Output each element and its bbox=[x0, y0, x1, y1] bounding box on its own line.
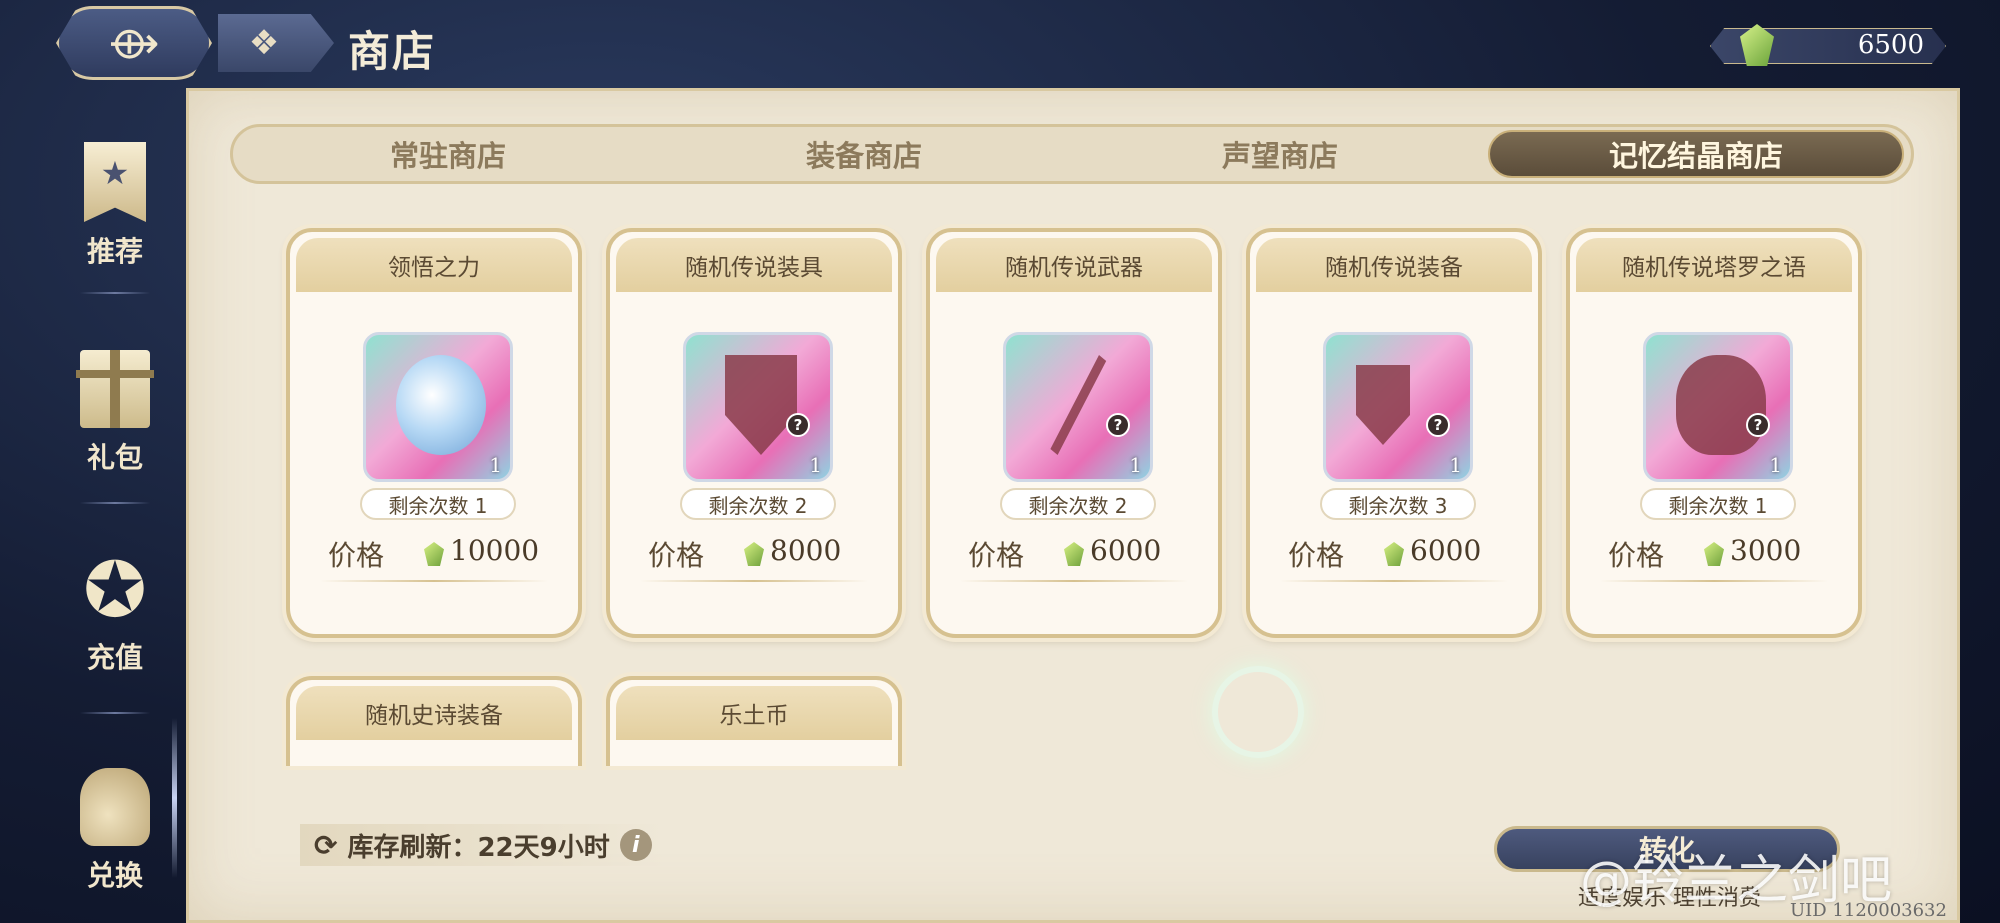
divider bbox=[320, 580, 548, 582]
remaining-count: 剩余次数 1 bbox=[360, 488, 516, 520]
sidebar-divider bbox=[80, 502, 150, 504]
back-arrow-icon: ⟴ bbox=[108, 17, 160, 69]
sidebar-item-recommend[interactable]: 推荐 bbox=[60, 142, 170, 270]
watermark: @铃兰之剑吧 bbox=[1580, 851, 1893, 911]
item-name: 随机传说武器 bbox=[936, 238, 1212, 292]
question-mark-icon: ? bbox=[786, 413, 810, 437]
crystal-icon bbox=[744, 542, 764, 566]
item-art bbox=[725, 355, 797, 455]
crystal-icon bbox=[1064, 542, 1084, 566]
item-name: 随机传说塔罗之语 bbox=[1576, 238, 1852, 292]
item-art bbox=[1676, 355, 1766, 455]
shop-item-card[interactable]: 乐土币 bbox=[606, 676, 902, 766]
divider bbox=[1600, 580, 1828, 582]
item-art bbox=[396, 355, 486, 455]
divider bbox=[640, 580, 868, 582]
item-name: 随机传说装备 bbox=[1256, 238, 1532, 292]
mystery-equipment-icon: ? 1 bbox=[1323, 332, 1473, 482]
loading-ring bbox=[1212, 666, 1304, 758]
tab-memory-crystal-shop[interactable]: 记忆结晶商店 bbox=[1488, 130, 1904, 178]
currency-value: 6500 bbox=[1857, 30, 1924, 60]
tab-equipment-shop[interactable]: 装备商店 bbox=[656, 130, 1072, 178]
item-count: 1 bbox=[489, 453, 502, 477]
crystal-icon bbox=[1384, 542, 1404, 566]
price-label: 价格 bbox=[1288, 539, 1345, 572]
sparkle-star-icon: ✪ bbox=[83, 545, 147, 634]
sidebar-divider bbox=[80, 292, 150, 294]
item-art bbox=[1050, 355, 1107, 455]
sidebar-divider bbox=[80, 712, 150, 714]
sidebar-item-label: 兑换 bbox=[86, 859, 143, 892]
mystery-shield-icon: ? 1 bbox=[683, 332, 833, 482]
crystal-icon bbox=[1704, 542, 1724, 566]
price-label: 价格 bbox=[328, 539, 385, 572]
price-label: 价格 bbox=[1608, 539, 1665, 572]
remaining-count: 剩余次数 2 bbox=[680, 488, 836, 520]
sidebar-item-label: 充值 bbox=[86, 641, 143, 674]
item-count: 1 bbox=[1129, 453, 1142, 477]
price-value: 6000 bbox=[1090, 534, 1162, 567]
refresh-text: 库存刷新：22天9小时 bbox=[347, 832, 610, 863]
sidebar-item-gift[interactable]: 礼包 bbox=[60, 350, 170, 476]
grid-icon: ❖ bbox=[248, 23, 280, 63]
sidebar-active-indicator bbox=[172, 718, 177, 878]
shop-item-card[interactable]: 随机传说装具 ? 1 剩余次数 2 价格 8000 bbox=[606, 228, 902, 638]
shop-item-card[interactable]: 随机传说武器 ? 1 剩余次数 2 价格 6000 bbox=[926, 228, 1222, 638]
info-icon[interactable]: i bbox=[619, 829, 652, 861]
menu-button[interactable]: ❖ bbox=[218, 14, 334, 72]
gift-icon bbox=[76, 350, 154, 428]
item-count: 1 bbox=[1449, 453, 1462, 477]
crystal-orb-icon: 1 bbox=[363, 332, 513, 482]
question-mark-icon: ? bbox=[1426, 413, 1450, 437]
divider bbox=[1280, 580, 1508, 582]
remaining-count: 剩余次数 1 bbox=[1640, 488, 1796, 520]
price-value: 6000 bbox=[1410, 534, 1482, 567]
item-name: 乐土币 bbox=[616, 686, 892, 740]
item-name: 领悟之力 bbox=[296, 238, 572, 292]
sidebar-item-label: 推荐 bbox=[86, 235, 143, 268]
tab-regular-shop[interactable]: 常驻商店 bbox=[240, 130, 656, 178]
item-name: 随机史诗装备 bbox=[296, 686, 572, 740]
divider bbox=[960, 580, 1188, 582]
price-label: 价格 bbox=[968, 539, 1025, 572]
refresh-icon: ⟳ bbox=[314, 828, 338, 862]
remaining-count: 剩余次数 3 bbox=[1320, 488, 1476, 520]
item-name: 随机传说装具 bbox=[616, 238, 892, 292]
question-mark-icon: ? bbox=[1106, 413, 1130, 437]
price-value: 8000 bbox=[770, 534, 842, 567]
shop-item-card[interactable]: 随机史诗装备 bbox=[286, 676, 582, 766]
tab-reputation-shop[interactable]: 声望商店 bbox=[1072, 130, 1488, 178]
item-art bbox=[1356, 365, 1410, 445]
page-title: 商店 bbox=[348, 27, 437, 76]
sidebar-item-label: 礼包 bbox=[86, 441, 143, 474]
item-count: 1 bbox=[1769, 453, 1782, 477]
money-bag-icon bbox=[80, 768, 150, 846]
shop-item-card[interactable]: 随机传说装备 ? 1 剩余次数 3 价格 6000 bbox=[1246, 228, 1542, 638]
mystery-tarot-icon: ? 1 bbox=[1643, 332, 1793, 482]
sidebar-item-recharge[interactable]: ✪ 充值 bbox=[60, 552, 170, 676]
mystery-sword-icon: ? 1 bbox=[1003, 332, 1153, 482]
stock-refresh: ⟳ 库存刷新：22天9小时 i bbox=[300, 824, 666, 866]
back-button[interactable]: ⟴ bbox=[56, 6, 212, 80]
price-label: 价格 bbox=[648, 539, 705, 572]
price-value: 3000 bbox=[1730, 534, 1802, 567]
shop-item-card[interactable]: 随机传说塔罗之语 ? 1 剩余次数 1 价格 3000 bbox=[1566, 228, 1862, 638]
remaining-count: 剩余次数 2 bbox=[1000, 488, 1156, 520]
price-value: 10000 bbox=[450, 534, 540, 567]
star-banner-icon bbox=[84, 142, 146, 222]
question-mark-icon: ? bbox=[1746, 413, 1770, 437]
crystal-icon bbox=[424, 542, 444, 566]
item-count: 1 bbox=[809, 453, 822, 477]
sidebar-item-exchange[interactable]: 兑换 bbox=[60, 768, 170, 894]
shop-item-card[interactable]: 领悟之力 1 剩余次数 1 价格 10000 bbox=[286, 228, 582, 638]
